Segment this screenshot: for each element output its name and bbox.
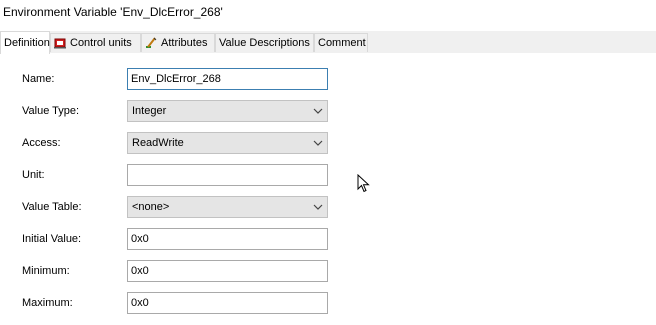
tab-comment[interactable]: Comment — [314, 33, 368, 52]
maximum-label: Maximum: — [22, 297, 73, 309]
maximum-field[interactable]: 0x0 — [127, 292, 328, 314]
value-type-selected: Integer — [132, 105, 167, 117]
value-type-label: Value Type: — [22, 105, 80, 117]
tab-comment-label: Comment — [318, 37, 366, 49]
value-table-label: Value Table: — [22, 201, 82, 213]
chevron-down-icon — [313, 108, 323, 114]
unit-label: Unit: — [22, 169, 45, 181]
access-select[interactable]: ReadWrite — [127, 132, 328, 154]
minimum-field[interactable]: 0x0 — [127, 260, 328, 282]
definition-panel — [0, 53, 656, 325]
initial-value-field[interactable]: 0x0 — [127, 228, 328, 250]
chevron-down-icon — [313, 204, 323, 210]
tab-value-descriptions[interactable]: Value Descriptions — [215, 33, 314, 52]
window-title: Environment Variable 'Env_DlcError_268' — [3, 5, 223, 19]
value-table-selected: <none> — [132, 201, 170, 213]
tab-control-units-label: Control units — [70, 37, 132, 49]
mouse-pointer-icon — [357, 174, 370, 193]
tab-definition[interactable]: Definition — [0, 31, 50, 54]
value-table-select[interactable]: <none> — [127, 196, 328, 218]
attributes-icon — [145, 37, 157, 49]
access-selected: ReadWrite — [132, 137, 184, 149]
tab-attributes[interactable]: Attributes — [141, 33, 215, 52]
unit-field[interactable] — [127, 164, 328, 186]
tab-value-descriptions-label: Value Descriptions — [219, 37, 310, 49]
value-type-select[interactable]: Integer — [127, 100, 328, 122]
name-field[interactable]: Env_DlcError_268 — [127, 68, 328, 90]
tab-definition-label: Definition — [4, 36, 50, 49]
initial-value-label: Initial Value: — [22, 233, 82, 245]
tab-attributes-label: Attributes — [161, 37, 208, 49]
minimum-label: Minimum: — [22, 265, 70, 277]
name-label: Name: — [22, 73, 55, 85]
control-units-icon — [54, 37, 66, 49]
access-label: Access: — [22, 137, 61, 149]
chevron-down-icon — [313, 140, 323, 146]
tab-control-units[interactable]: Control units — [50, 33, 141, 52]
tab-strip: Definition Control units Attributes Valu… — [0, 31, 656, 54]
